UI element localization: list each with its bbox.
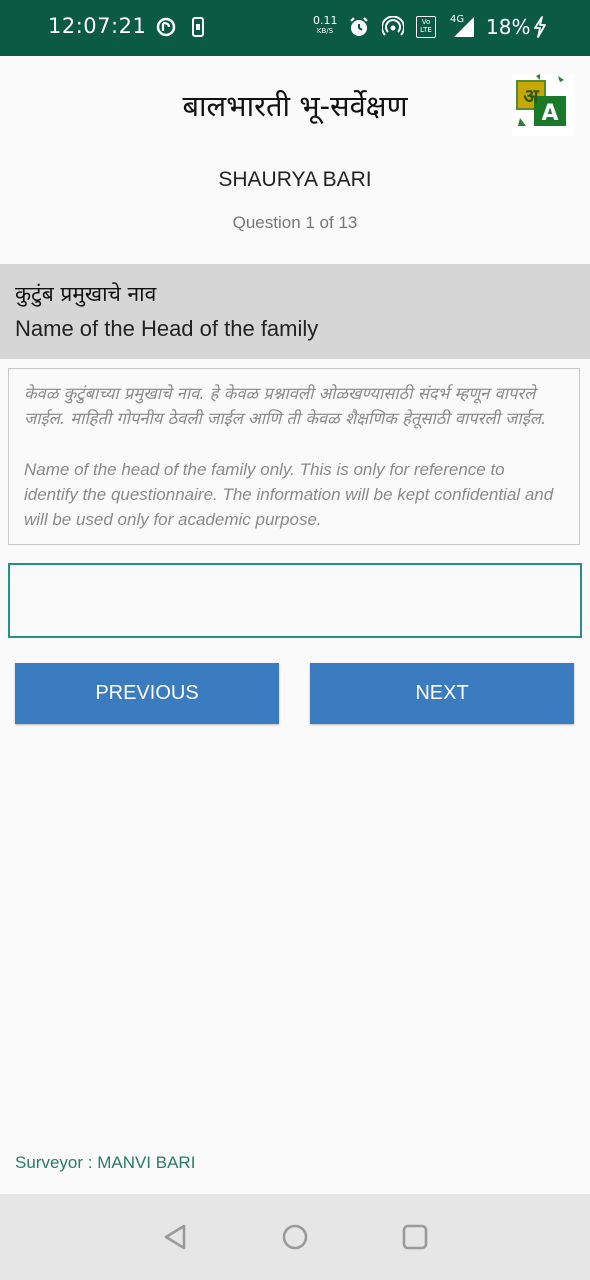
app-title: बालभारती भू-सर्वेक्षण	[182, 89, 408, 123]
question-progress: Question 1 of 13	[232, 213, 358, 232]
lang-letter-mr: अ	[523, 84, 539, 108]
alarm-icon	[348, 16, 370, 38]
lang-letter-en: A	[541, 101, 558, 126]
hint-marathi: केवळ कुटुंबाच्या प्रमुखाचे नाव. हे केवळ …	[24, 384, 547, 428]
question-label-english: Name of the Head of the family	[15, 316, 319, 341]
question-label-marathi: कुटुंब प्रमुखाचे नाव	[15, 282, 157, 306]
translate-icon: अ A	[516, 74, 566, 126]
previous-button[interactable]: PREVIOUS	[15, 663, 279, 724]
home-icon[interactable]	[279, 1221, 311, 1253]
next-button[interactable]: NEXT	[310, 663, 574, 724]
sync-icon	[155, 16, 177, 38]
volte-icon: Vo LTE	[416, 16, 436, 38]
respondent-name: SHAURYA BARI	[218, 168, 372, 191]
net-speed-icon: 0.11 KB/S	[313, 14, 338, 35]
status-bar: 12:07:21 0.11 KB/S Vo LTE 4G 18%	[0, 0, 590, 56]
battery-charging-icon	[532, 16, 548, 38]
system-navigation-bar	[0, 1194, 590, 1280]
clock: 12:07:21	[48, 14, 147, 38]
battery-percent: 18%	[486, 15, 531, 39]
recents-icon[interactable]	[399, 1221, 431, 1253]
signal-icon	[452, 16, 476, 38]
hint-english: Name of the head of the family only. Thi…	[24, 460, 554, 529]
surveyor-label: Surveyor : MANVI BARI	[15, 1153, 196, 1172]
phone-icon	[190, 16, 206, 38]
app-content: बालभारती भू-सर्वेक्षण अ A SHAURYA BARI Q…	[0, 56, 590, 1194]
hotspot-icon	[382, 16, 404, 38]
question-hint-box: केवळ कुटुंबाच्या प्रमुखाचे नाव. हे केवळ …	[8, 368, 580, 545]
answer-input[interactable]	[8, 563, 582, 638]
back-icon[interactable]	[159, 1221, 191, 1253]
question-header: कुटुंब प्रमुखाचे नाव Name of the Head of…	[0, 264, 590, 359]
language-toggle-button[interactable]: अ A	[512, 74, 574, 136]
